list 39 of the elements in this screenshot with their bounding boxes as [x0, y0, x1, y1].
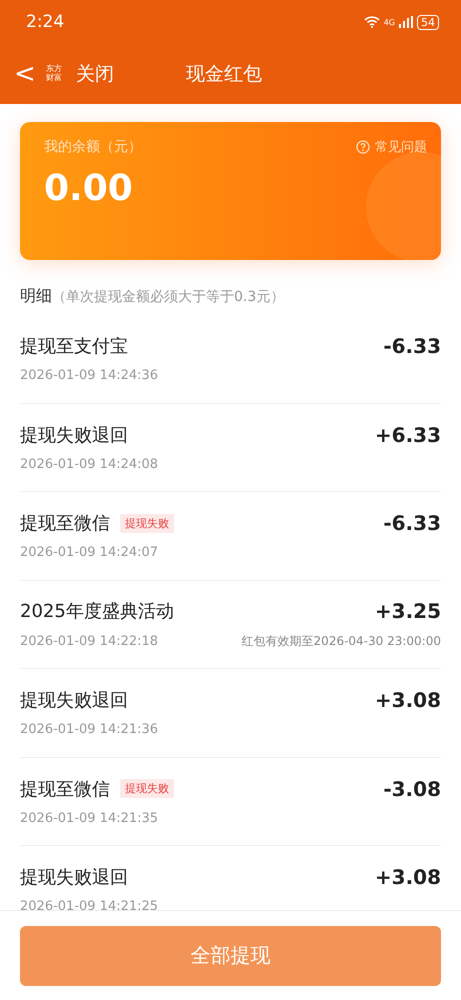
record-amount: +3.08 — [374, 688, 441, 712]
signal-icon — [399, 16, 413, 28]
record-title: 提现失败退回 — [20, 689, 128, 712]
record-title: 2025年度盛典活动 — [20, 600, 174, 623]
record-amount: -3.08 — [383, 776, 441, 801]
status-tag: 提现失败 — [120, 779, 174, 798]
record-time: 2026-01-09 14:22:18 — [20, 634, 158, 649]
page-title: 现金红包 — [186, 62, 262, 87]
record-title: 提现失败退回 — [20, 424, 128, 447]
faq-link[interactable]: 常见问题 — [356, 138, 427, 156]
record-title: 提现至微信 — [20, 512, 110, 536]
record-title: 提现至支付宝 — [20, 335, 128, 358]
details-note: （单次提现金额必须大于等于0.3元） — [52, 288, 284, 306]
question-icon — [356, 140, 370, 154]
record-amount: -6.33 — [383, 334, 441, 358]
app-logo: 东方财富 — [46, 65, 63, 83]
network-label: 4G — [384, 18, 395, 26]
record-title: 提现失败退回 — [20, 866, 128, 890]
back-button[interactable]: < — [10, 61, 40, 87]
balance-amount: 0.00 — [44, 168, 134, 209]
record-time: 2026-01-09 14:21:25 — [20, 899, 158, 914]
record-amount: +3.08 — [374, 865, 441, 890]
record-time: 2026-01-09 14:24:07 — [20, 545, 158, 560]
record-time: 2026-01-09 14:21:36 — [20, 722, 158, 738]
record-amount: +6.33 — [374, 422, 441, 447]
status-tag: 提现失败 — [120, 514, 174, 533]
record-amount: +3.25 — [374, 598, 441, 623]
close-button[interactable]: 关闭 — [76, 61, 114, 87]
record-time: 2026-01-09 14:21:35 — [20, 810, 158, 826]
record-time: 2026-01-09 14:24:36 — [20, 368, 158, 384]
record-title: 提现至微信 — [20, 778, 110, 801]
battery-level: 54 — [417, 14, 439, 30]
expiry-note: 红包有效期至2026-04-30 23:00:00 — [242, 632, 441, 650]
record-time: 2026-01-09 14:24:08 — [20, 456, 158, 472]
status-time: 2:24 — [26, 12, 64, 32]
record-amount: -6.33 — [383, 511, 441, 536]
wifi-icon — [364, 16, 380, 28]
balance-label: 我的余额（元） — [44, 138, 142, 156]
details-title: 明细 — [20, 286, 52, 307]
